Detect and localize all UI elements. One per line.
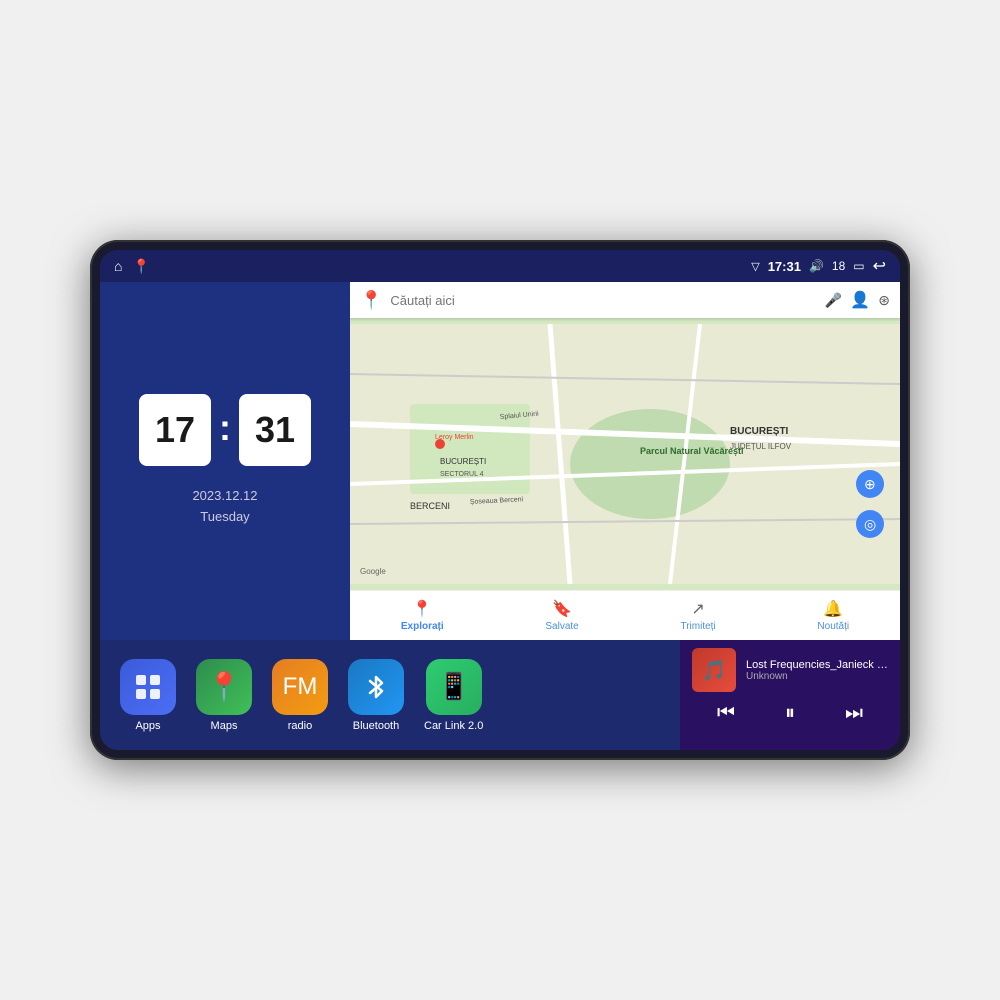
radio-label: radio [288,720,312,732]
map-tab-saved[interactable]: 🔖 Salvate [545,599,578,632]
news-icon: 🔔 [823,599,843,619]
next-button[interactable]: ⏭ [845,702,863,725]
account-icon[interactable]: 👤 [850,290,870,310]
svg-text:◎: ◎ [864,516,876,532]
clock-display: 17 : 31 [139,394,311,466]
map-bottom-bar: 📍 Explorați 🔖 Salvate ↗ Trimiteți 🔔 Nout… [350,590,900,640]
layers-icon[interactable]: ⊛ [878,292,890,309]
battery-icon: ▭ [853,259,864,273]
date-display: 2023.12.12 Tuesday [192,486,257,528]
clock-minutes: 31 [239,394,311,466]
svg-text:Google: Google [360,567,386,576]
bluetooth-icon [348,659,404,715]
home-icon[interactable]: ⌂ [114,258,122,274]
location-icon[interactable]: 📍 [132,258,149,275]
map-tab-send[interactable]: ↗ Trimiteți [680,599,715,632]
music-title: Lost Frequencies_Janieck Devy-... [746,659,888,671]
maps-icon: 📍 [196,659,252,715]
app-item-bluetooth[interactable]: Bluetooth [348,659,404,732]
saved-icon: 🔖 [552,599,572,619]
map-panel: 📍 🎤 👤 ⊛ [350,282,900,640]
music-artist: Unknown [746,671,888,682]
music-controls: ⏮ ⏸ ⏭ [692,698,888,729]
svg-text:JUDEȚUL ILFOV: JUDEȚUL ILFOV [730,442,792,451]
left-panel: 17 : 31 2023.12.12 Tuesday [100,282,350,640]
date-line1: 2023.12.12 [192,486,257,507]
device-screen: ⌂ 📍 ▽ 17:31 🔊 18 ▭ ↩ 17 : 31 [100,250,900,750]
prev-button[interactable]: ⏮ [717,702,735,725]
send-label: Trimiteți [680,621,715,632]
music-player: 🎵 Lost Frequencies_Janieck Devy-... Unkn… [680,640,900,750]
music-thumbnail: 🎵 [692,648,736,692]
status-time: 17:31 [768,259,801,274]
svg-text:⊕: ⊕ [864,476,876,492]
clock-colon: : [219,407,231,449]
main-area: 17 : 31 2023.12.12 Tuesday 📍 🎤 👤 ⊛ [100,282,900,640]
battery-level: 18 [832,259,845,273]
explore-icon: 📍 [412,599,432,619]
app-item-radio[interactable]: FM radio [272,659,328,732]
status-bar: ⌂ 📍 ▽ 17:31 🔊 18 ▭ ↩ [100,250,900,282]
app-item-maps[interactable]: 📍 Maps [196,659,252,732]
status-left-icons: ⌂ 📍 [114,258,150,275]
carlink-icon: 📱 [426,659,482,715]
clock-hours: 17 [139,394,211,466]
signal-icon: ▽ [751,260,759,273]
saved-label: Salvate [545,621,578,632]
music-info: Lost Frequencies_Janieck Devy-... Unknow… [746,659,888,682]
play-pause-button[interactable]: ⏸ [785,702,795,725]
bluetooth-label: Bluetooth [353,720,399,732]
svg-text:BUCUREȘTI: BUCUREȘTI [730,426,789,437]
news-label: Noutăți [817,621,849,632]
map-svg: Parcul Natural Văcărești BUCUREȘTI SECTO… [350,318,900,590]
map-area[interactable]: Parcul Natural Văcărești BUCUREȘTI SECTO… [350,318,900,590]
carlink-label: Car Link 2.0 [424,720,483,732]
volume-icon: 🔊 [809,259,824,273]
map-tab-news[interactable]: 🔔 Noutăți [817,599,849,632]
map-search-bar: 📍 🎤 👤 ⊛ [350,282,900,318]
status-right-icons: ▽ 17:31 🔊 18 ▭ ↩ [751,256,886,276]
back-icon[interactable]: ↩ [873,256,886,276]
apps-row: Apps 📍 Maps FM radio [100,640,680,750]
map-search-input[interactable] [390,293,816,308]
svg-text:BERCENI: BERCENI [410,501,450,511]
app-item-apps[interactable]: Apps [120,659,176,732]
device-body: ⌂ 📍 ▽ 17:31 🔊 18 ▭ ↩ 17 : 31 [90,240,910,760]
send-icon: ↗ [691,599,704,619]
svg-text:Parcul Natural Văcărești: Parcul Natural Văcărești [640,446,744,456]
bottom-section: Apps 📍 Maps FM radio [100,640,900,750]
apps-icon [120,659,176,715]
explore-label: Explorați [401,621,444,632]
date-line2: Tuesday [192,507,257,528]
app-item-carlink[interactable]: 📱 Car Link 2.0 [424,659,483,732]
map-tab-explore[interactable]: 📍 Explorați [401,599,444,632]
svg-text:BUCUREȘTI: BUCUREȘTI [440,457,486,466]
apps-label: Apps [135,720,160,732]
radio-icon: FM [272,659,328,715]
svg-text:SECTORUL 4: SECTORUL 4 [440,471,484,478]
google-maps-icon: 📍 [360,290,382,311]
svg-text:Leroy Merlin: Leroy Merlin [435,434,474,441]
music-top: 🎵 Lost Frequencies_Janieck Devy-... Unkn… [692,648,888,692]
mic-icon[interactable]: 🎤 [825,292,842,309]
maps-label: Maps [211,720,238,732]
